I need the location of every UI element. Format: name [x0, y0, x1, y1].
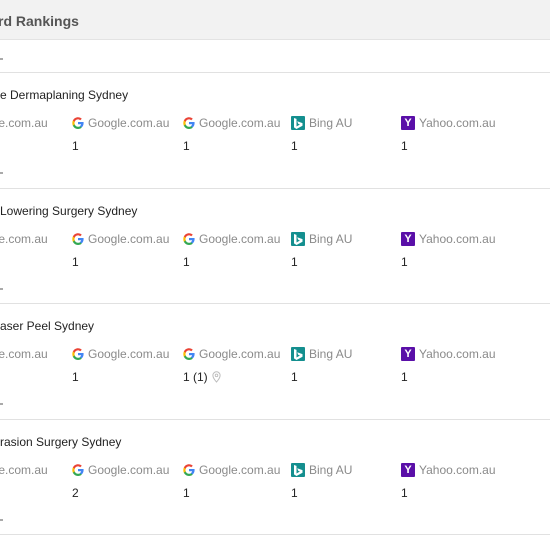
google-icon [183, 117, 195, 129]
rank-value: 1 [291, 255, 298, 269]
keyword-name[interactable]: Lowering Surgery Sydney [0, 204, 137, 218]
rank-value: 2 [72, 486, 79, 500]
rank-value: 1 [401, 255, 408, 269]
yahoo-icon: Y [401, 116, 415, 130]
keyword-block: aser Peel Sydney gle.com.au Google.com.a… [0, 303, 550, 419]
engine-label: Yahoo.com.au [419, 232, 496, 246]
yahoo-icon: Y [401, 463, 415, 477]
engine-header-bing: Bing AU [291, 231, 352, 247]
engine-label: Yahoo.com.au [419, 463, 496, 477]
engine-label: Google.com.au [88, 116, 170, 130]
google-icon [72, 117, 84, 129]
divider [0, 72, 550, 73]
bing-icon [291, 347, 305, 361]
rank-value: 1 [401, 486, 408, 500]
map-pin-icon[interactable] [211, 371, 222, 383]
engine-header-google: Google.com.au [183, 115, 280, 131]
rank-value: 1 [183, 486, 190, 500]
engine-label: Bing AU [309, 116, 353, 130]
keyword-name[interactable]: rasion Surgery Sydney [0, 435, 121, 449]
keyword-name[interactable]: aser Peel Sydney [0, 319, 94, 333]
engine-header-google: Google.com.au [183, 462, 280, 478]
engine-label: Google.com.au [199, 347, 281, 361]
engine-header-google: gle.com.au [0, 462, 48, 478]
google-icon [183, 233, 195, 245]
divider [0, 419, 550, 420]
google-icon [72, 464, 84, 476]
engine-label: Bing AU [309, 232, 353, 246]
engine-label: gle.com.au [0, 463, 48, 477]
rank-value: 1 [401, 139, 408, 153]
engine-header-google: Google.com.au [72, 462, 169, 478]
yahoo-icon: Y [401, 232, 415, 246]
edge-marker [0, 403, 3, 405]
divider [0, 188, 550, 189]
engine-label: gle.com.au [0, 232, 48, 246]
rank-value: 1 [183, 139, 190, 153]
engine-header-google: Google.com.au [183, 231, 280, 247]
engine-label: Google.com.au [88, 463, 170, 477]
rank-value: 1 [72, 370, 79, 384]
rank-value: 1 [183, 255, 190, 269]
bing-icon [291, 463, 305, 477]
engine-header-google: Google.com.au [72, 231, 169, 247]
rank-value: 1 [291, 486, 298, 500]
bing-icon [291, 232, 305, 246]
engine-label: gle.com.au [0, 347, 48, 361]
engine-label: Yahoo.com.au [419, 116, 496, 130]
rank-value: 1 (1) [183, 370, 208, 384]
engine-header-yahoo: Y Yahoo.com.au [401, 231, 496, 247]
edge-marker [0, 172, 3, 174]
edge-marker [0, 288, 3, 290]
panel-title: rd Rankings [0, 13, 79, 29]
divider [0, 303, 550, 304]
engine-header-bing: Bing AU [291, 346, 352, 362]
engine-label: Google.com.au [199, 232, 281, 246]
bing-icon [291, 116, 305, 130]
engine-header-bing: Bing AU [291, 115, 352, 131]
keyword-block: rasion Surgery Sydney gle.com.au Google.… [0, 419, 550, 535]
rank-value: 1 [72, 255, 79, 269]
engine-label: Google.com.au [199, 116, 281, 130]
engine-header-google: Google.com.au [72, 346, 169, 362]
engine-label: gle.com.au [0, 116, 48, 130]
edge-marker [0, 58, 3, 60]
engine-header-yahoo: Y Yahoo.com.au [401, 346, 496, 362]
yahoo-icon: Y [401, 347, 415, 361]
engine-header-bing: Bing AU [291, 462, 352, 478]
engine-header-google: gle.com.au [0, 346, 48, 362]
engine-label: Google.com.au [88, 232, 170, 246]
google-icon [183, 464, 195, 476]
panel-header: rd Rankings [0, 0, 550, 40]
engine-label: Yahoo.com.au [419, 347, 496, 361]
rank-value: 1 [291, 139, 298, 153]
edge-marker [0, 519, 3, 521]
rank-value: 1 [401, 370, 408, 384]
keyword-block: Lowering Surgery Sydney gle.com.au Googl… [0, 188, 550, 304]
engine-label: Bing AU [309, 463, 353, 477]
engine-header-yahoo: Y Yahoo.com.au [401, 115, 496, 131]
google-icon [183, 348, 195, 360]
keyword-block: e Dermaplaning Sydney gle.com.au Google.… [0, 72, 550, 188]
engine-header-google: gle.com.au [0, 115, 48, 131]
engine-label: Google.com.au [88, 347, 170, 361]
engine-header-google: gle.com.au [0, 231, 48, 247]
rank-cell: 1 (1) [183, 370, 222, 384]
rank-value: 1 [291, 370, 298, 384]
keyword-name[interactable]: e Dermaplaning Sydney [0, 88, 128, 102]
engine-header-yahoo: Y Yahoo.com.au [401, 462, 496, 478]
engine-header-google: Google.com.au [183, 346, 280, 362]
google-icon [72, 233, 84, 245]
divider [0, 534, 550, 535]
engine-label: Google.com.au [199, 463, 281, 477]
engine-header-google: Google.com.au [72, 115, 169, 131]
engine-label: Bing AU [309, 347, 353, 361]
rank-value: 1 [72, 139, 79, 153]
google-icon [72, 348, 84, 360]
